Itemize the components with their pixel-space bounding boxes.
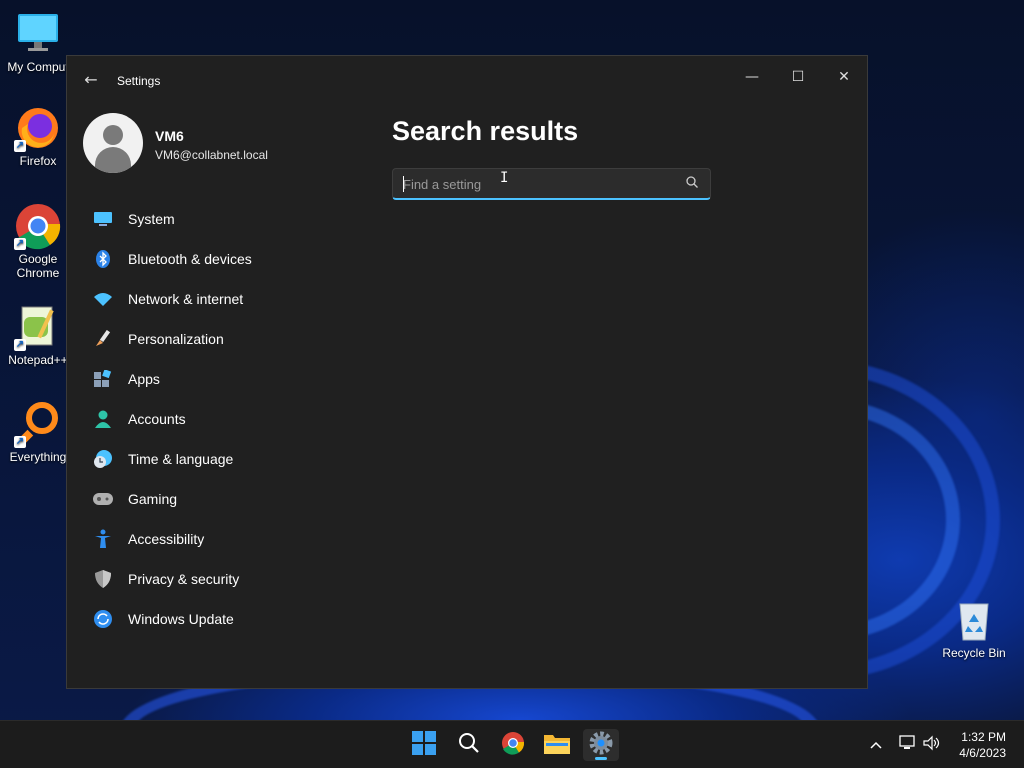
text-caret <box>403 176 404 192</box>
search-box[interactable] <box>392 168 711 200</box>
show-hidden-icons-chevron-icon[interactable] <box>866 738 886 753</box>
maximize-button[interactable]: ☐ <box>775 62 821 92</box>
clock[interactable]: 1:32 PM 4/6/2023 <box>959 729 1006 761</box>
text-cursor-icon: I <box>500 170 509 186</box>
nav-item-label: Gaming <box>128 491 178 507</box>
desktop-icon-my-computer[interactable]: My Comput <box>0 10 76 74</box>
active-app-indicator <box>595 757 607 760</box>
brush-icon <box>93 329 113 349</box>
nav-item-system[interactable]: System <box>83 199 373 239</box>
title-bar[interactable]: ← Settings — ☐ ✕ <box>67 56 867 102</box>
update-icon <box>93 609 113 629</box>
nav-item-privacy-security[interactable]: Privacy & security <box>83 559 373 599</box>
desktop-icon-everything[interactable]: ↗ Everything <box>0 400 76 464</box>
close-icon: ✕ <box>838 69 850 85</box>
desktop-icon-recycle-bin[interactable]: Recycle Bin <box>936 596 1012 660</box>
nav-item-label: System <box>128 211 175 227</box>
user-profile[interactable]: VM6 VM6@collabnet.local <box>83 113 363 175</box>
search-icon[interactable] <box>686 176 700 190</box>
nav-item-label: Windows Update <box>128 611 234 627</box>
wifi-icon <box>93 289 113 309</box>
close-button[interactable]: ✕ <box>821 62 867 92</box>
nav-item-time-language[interactable]: Time & language <box>83 439 373 479</box>
desktop-icon-firefox[interactable]: ↗ Firefox <box>0 104 76 168</box>
minimize-icon: — <box>745 69 759 85</box>
nav-item-label: Accounts <box>128 411 186 427</box>
nav-item-bluetooth[interactable]: Bluetooth & devices <box>83 239 373 279</box>
back-arrow-icon: ← <box>84 70 98 89</box>
avatar-body <box>95 147 131 173</box>
shortcut-arrow-icon: ↗ <box>14 238 26 250</box>
page-title: Search results <box>392 116 579 146</box>
globe-clock-icon <box>93 449 113 469</box>
settings-window[interactable]: ← Settings — ☐ ✕ VM6 VM6@collabnet.local… <box>66 55 868 689</box>
chrome-icon: ↗ <box>14 202 62 250</box>
settings-icon <box>589 731 613 759</box>
nav-item-label: Personalization <box>128 331 224 347</box>
desktop-icon-label: Google Chrome <box>16 252 60 280</box>
everything-icon: ↗ <box>14 400 62 449</box>
taskbar: 1:32 PM 4/6/2023 <box>0 720 1024 768</box>
desktop-icon-label: My Comput <box>7 60 69 74</box>
shortcut-arrow-icon: ↗ <box>14 436 26 448</box>
search-icon <box>458 732 480 758</box>
nav-item-label: Time & language <box>128 451 234 467</box>
nav-item-windows-update[interactable]: Windows Update <box>83 599 373 639</box>
bluetooth-icon <box>93 249 113 269</box>
nav-item-label: Accessibility <box>128 531 205 547</box>
desktop-icon-label: Recycle Bin <box>942 646 1006 660</box>
search-input[interactable] <box>393 169 673 199</box>
notepadpp-icon: ↗ <box>14 303 62 351</box>
volume-icon[interactable] <box>922 735 940 755</box>
firefox-icon: ↗ <box>14 104 62 152</box>
taskbar-settings-button[interactable] <box>583 729 619 761</box>
nav-item-accounts[interactable]: Accounts <box>83 399 373 439</box>
accessibility-icon <box>93 529 113 549</box>
accounts-icon <box>93 409 113 429</box>
clock-time: 1:32 PM <box>961 730 1006 744</box>
taskbar-chrome-button[interactable] <box>495 729 531 761</box>
shield-icon <box>93 569 113 589</box>
desktop-icon-label: Firefox <box>19 154 57 168</box>
avatar-head <box>103 125 123 145</box>
desktop-icon-chrome[interactable]: ↗ Google Chrome <box>0 202 76 280</box>
chrome-icon <box>501 731 525 759</box>
desktop-icon-label: Notepad++ <box>8 353 68 367</box>
nav-item-personalization[interactable]: Personalization <box>83 319 373 359</box>
nav-item-network[interactable]: Network & internet <box>83 279 373 319</box>
shortcut-arrow-icon: ↗ <box>14 140 26 152</box>
back-button[interactable]: ← <box>79 68 103 92</box>
nav-item-apps[interactable]: Apps <box>83 359 373 399</box>
gamepad-icon <box>93 489 113 509</box>
monitor-icon <box>14 10 62 58</box>
profile-name: VM6 <box>155 128 184 144</box>
settings-nav: System Bluetooth & devices Network & int… <box>83 199 373 639</box>
recycle-bin-icon <box>950 596 998 644</box>
profile-email: VM6@collabnet.local <box>155 148 268 162</box>
maximize-icon: ☐ <box>791 69 805 85</box>
shortcut-arrow-icon: ↗ <box>14 339 26 351</box>
nav-item-label: Bluetooth & devices <box>128 251 252 267</box>
nav-item-gaming[interactable]: Gaming <box>83 479 373 519</box>
window-title: Settings <box>117 74 161 88</box>
desktop-icon-label: Everything <box>9 450 67 464</box>
desktop-icon-notepadpp[interactable]: ↗ Notepad++ <box>0 303 76 367</box>
nav-item-label: Network & internet <box>128 291 244 307</box>
file-explorer-icon <box>544 732 570 758</box>
taskbar-file-explorer-button[interactable] <box>539 729 575 761</box>
network-icon[interactable] <box>898 735 916 755</box>
start-button[interactable] <box>406 729 442 761</box>
system-icon <box>93 209 113 229</box>
nav-item-accessibility[interactable]: Accessibility <box>83 519 373 559</box>
minimize-button[interactable]: — <box>729 62 775 92</box>
nav-item-label: Privacy & security <box>128 571 240 587</box>
taskbar-search-button[interactable] <box>451 729 487 761</box>
avatar[interactable] <box>83 113 143 173</box>
system-tray <box>866 721 940 768</box>
nav-item-label: Apps <box>128 371 160 387</box>
start-icon <box>412 731 436 759</box>
clock-date: 4/6/2023 <box>959 746 1006 760</box>
apps-icon <box>93 369 113 389</box>
